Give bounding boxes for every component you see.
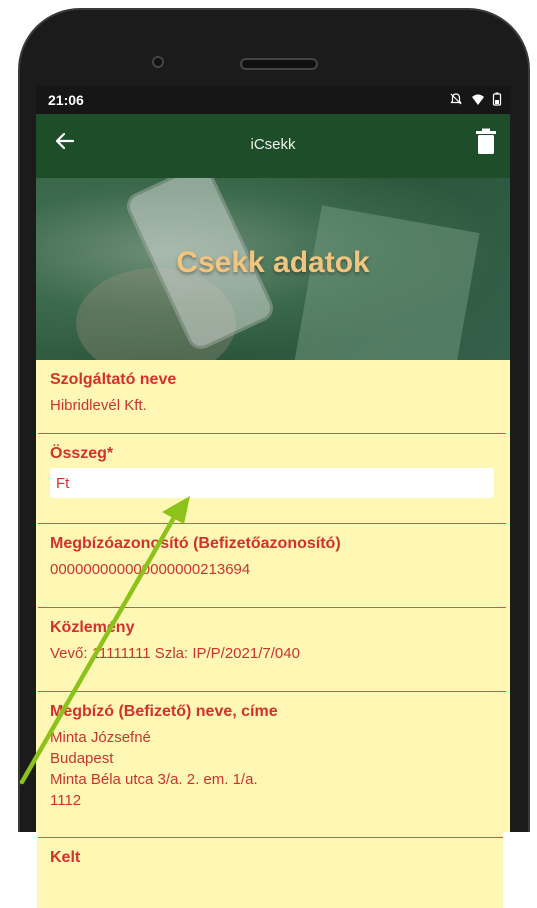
app-screen: 21:06 iCsekk Csekk adatok Szolgáltató ne…	[36, 86, 510, 908]
payer-name-line: Minta Józsefné	[50, 729, 151, 746]
status-time: 21:06	[48, 92, 84, 108]
front-camera	[152, 56, 164, 68]
hero-paper-shape	[292, 205, 480, 360]
bell-off-icon	[450, 93, 462, 105]
page-title: Csekk adatok	[176, 246, 370, 279]
amount-label: Összeg*	[50, 445, 114, 462]
field-provider: Szolgáltató neve Hibridlevél Kft.	[38, 360, 506, 434]
payer-city-line: Budapest	[50, 750, 114, 767]
field-payer-id: Megbízóazonosító (Befizetőazonosító) 000…	[38, 524, 506, 608]
status-icons	[449, 92, 502, 109]
field-amount: Összeg*	[38, 434, 506, 524]
payer-label: Megbízó (Befizető) neve, címe	[50, 703, 278, 720]
app-title: iCsekk	[250, 136, 296, 153]
field-notice: Közlemény Vevő: 11111111 Szla: IP/P/2021…	[38, 608, 506, 692]
status-bar: 21:06	[36, 86, 510, 114]
payer-id-label: Megbízóazonosító (Befizetőazonosító)	[50, 535, 341, 552]
payer-zip-line: 1112	[50, 792, 82, 809]
date-label: Kelt	[50, 849, 81, 866]
amount-input[interactable]	[50, 468, 494, 498]
payer-id-value: 000000000000000000213694	[50, 561, 251, 578]
battery-icon	[492, 92, 502, 106]
provider-value: Hibridlevél Kft.	[50, 397, 147, 414]
trash-icon	[476, 128, 496, 154]
hero-banner: Csekk adatok	[36, 178, 510, 360]
delete-button[interactable]	[474, 128, 500, 160]
provider-label: Szolgáltató neve	[50, 371, 177, 388]
page-margin-right	[503, 832, 537, 908]
check-details-form: Szolgáltató neve Hibridlevél Kft. Összeg…	[36, 360, 510, 908]
earpiece-speaker	[240, 58, 318, 70]
wifi-icon	[471, 94, 484, 105]
field-payer: Megbízó (Befizető) neve, címe Minta Józs…	[38, 692, 506, 838]
page-margin-left	[0, 832, 37, 908]
payer-street-line: Minta Béla utca 3/a. 2. em. 1/a.	[50, 771, 258, 788]
payer-address: Minta Józsefné Budapest Minta Béla utca …	[50, 727, 494, 811]
app-bar: iCsekk	[36, 114, 510, 178]
notice-label: Közlemény	[50, 619, 135, 636]
field-date: Kelt	[38, 838, 506, 908]
notice-value: Vevő: 11111111 Szla: IP/P/2021/7/040	[50, 645, 300, 662]
